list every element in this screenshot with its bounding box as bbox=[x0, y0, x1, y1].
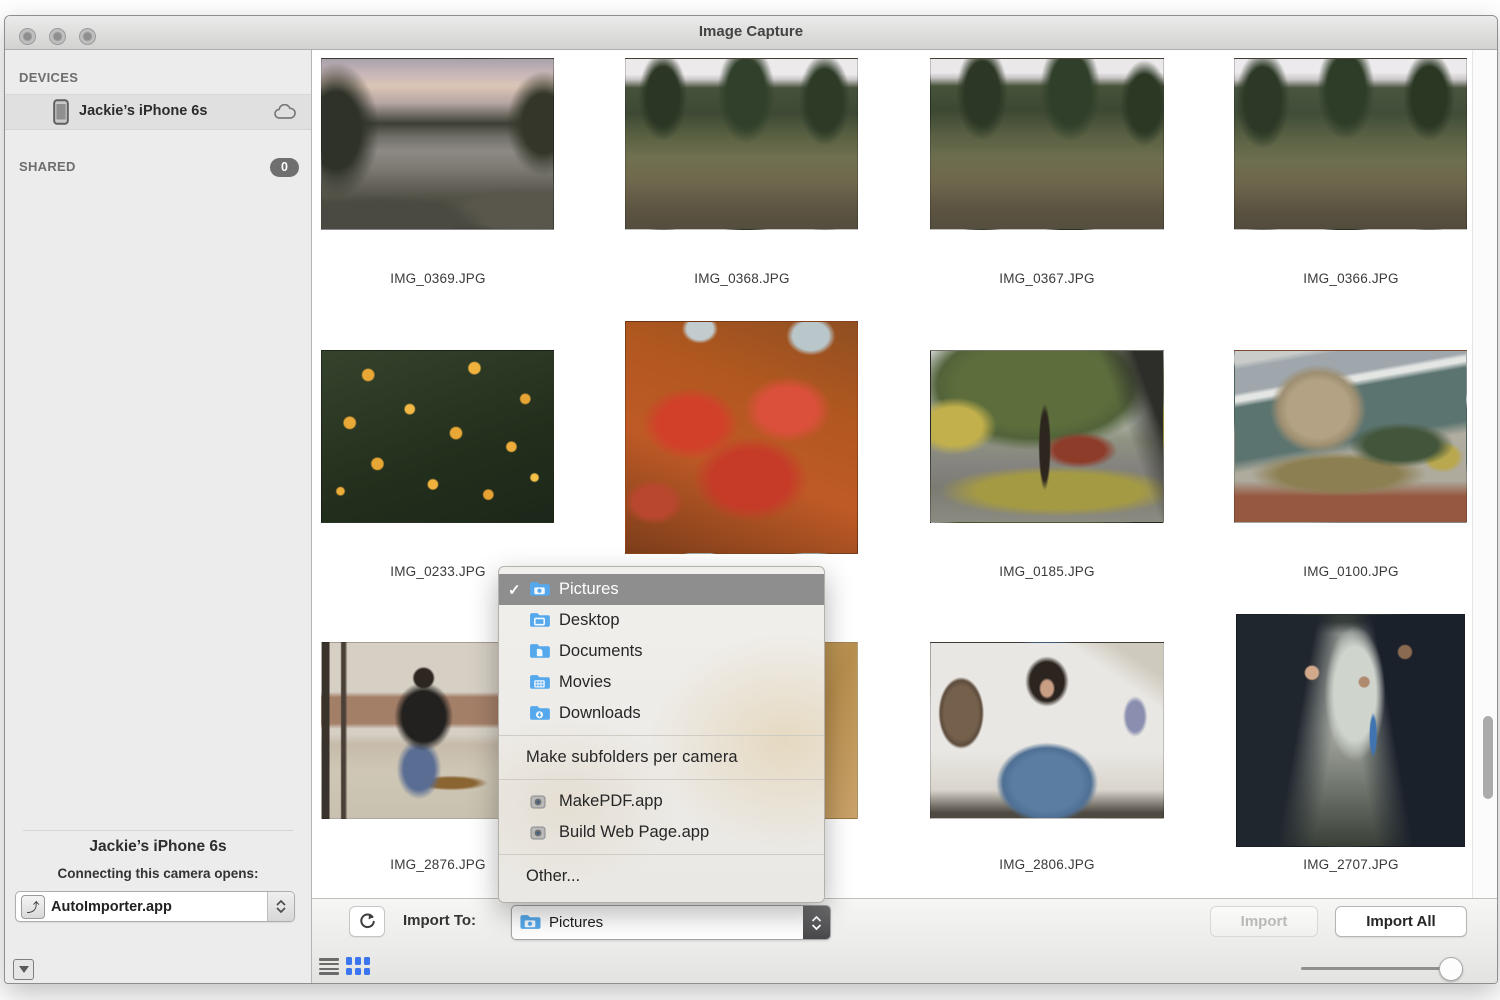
documents-folder-icon bbox=[529, 643, 559, 660]
screenshot-stage: Image Capture DEVICES Jackie’s iPhone 6s… bbox=[0, 0, 1500, 1000]
photo-thumbnail[interactable] bbox=[1234, 350, 1467, 523]
zoom-slider-handle[interactable] bbox=[1439, 957, 1463, 981]
sidebar: DEVICES Jackie’s iPhone 6s SHARED 0 Jack… bbox=[5, 50, 312, 983]
connect-camera-label: Connecting this camera opens: bbox=[5, 866, 311, 881]
pictures-folder-icon bbox=[529, 581, 559, 598]
import-to-popup-button[interactable]: Pictures bbox=[511, 905, 831, 940]
bottom-toolbar: Import To: Pictures Import Import All bbox=[312, 898, 1497, 983]
movies-folder-icon bbox=[529, 674, 559, 691]
cloud-icon[interactable] bbox=[273, 104, 297, 120]
menu-item-other[interactable]: Other... bbox=[499, 861, 824, 892]
rotate-icon bbox=[358, 912, 377, 931]
scrollbar-thumb[interactable] bbox=[1483, 716, 1493, 799]
desktop-folder-icon bbox=[529, 612, 559, 629]
select-stepper-icon bbox=[267, 892, 294, 921]
scrollbar-track[interactable] bbox=[1472, 50, 1497, 899]
auto-importer-app-icon: ⤴ bbox=[21, 895, 45, 919]
import-all-button[interactable]: Import All bbox=[1335, 906, 1467, 937]
triangle-down-icon bbox=[19, 966, 29, 973]
photo-thumbnail[interactable] bbox=[1234, 58, 1467, 230]
popup-stepper-icon bbox=[803, 906, 830, 939]
photo-thumbnail[interactable] bbox=[1236, 614, 1465, 847]
photo-caption: IMG_0369.JPG bbox=[321, 271, 555, 286]
import-to-value: Pictures bbox=[549, 914, 803, 931]
photo-thumbnail[interactable] bbox=[321, 350, 554, 523]
downloads-folder-icon bbox=[529, 705, 559, 722]
grid-view-icon[interactable] bbox=[346, 957, 370, 975]
photo-caption: IMG_2707.JPG bbox=[1234, 857, 1468, 872]
checkmark-icon: ✓ bbox=[499, 581, 529, 599]
sidebar-footer-divider bbox=[23, 830, 293, 831]
auto-importer-value: AutoImporter.app bbox=[51, 899, 267, 915]
titlebar: Image Capture bbox=[5, 16, 1497, 50]
rotate-button[interactable] bbox=[349, 906, 385, 937]
shared-section-header: SHARED bbox=[19, 159, 76, 174]
menu-item-movies[interactable]: Movies bbox=[499, 667, 824, 698]
menu-item-make-subfolders[interactable]: Make subfolders per camera bbox=[499, 742, 824, 773]
photo-caption: IMG_2806.JPG bbox=[930, 857, 1164, 872]
device-name-label: Jackie’s iPhone 6s bbox=[79, 103, 207, 119]
app-icon bbox=[529, 824, 559, 842]
menu-separator bbox=[499, 779, 824, 780]
photo-thumbnail[interactable] bbox=[930, 350, 1164, 523]
menu-item-desktop[interactable]: Desktop bbox=[499, 605, 824, 636]
photo-caption: IMG_0367.JPG bbox=[930, 271, 1164, 286]
menu-item-makepdf-app[interactable]: MakePDF.app bbox=[499, 786, 824, 817]
shared-count-badge: 0 bbox=[270, 158, 299, 177]
photo-caption: IMG_0185.JPG bbox=[930, 564, 1164, 579]
menu-separator bbox=[499, 854, 824, 855]
sidebar-footer-device-name: Jackie’s iPhone 6s bbox=[5, 838, 311, 856]
disclosure-pane-button[interactable] bbox=[13, 959, 34, 980]
image-capture-window: Image Capture DEVICES Jackie’s iPhone 6s… bbox=[4, 15, 1498, 984]
iphone-icon bbox=[53, 99, 69, 125]
menu-separator bbox=[499, 735, 824, 736]
import-to-menu: ✓ Pictures Desktop Documents bbox=[498, 566, 825, 903]
menu-item-documents[interactable]: Documents bbox=[499, 636, 824, 667]
photo-thumbnail[interactable] bbox=[321, 58, 554, 230]
photo-thumbnail[interactable] bbox=[930, 642, 1164, 819]
photo-thumbnail[interactable] bbox=[625, 321, 858, 554]
app-icon bbox=[529, 793, 559, 811]
photo-thumbnail[interactable] bbox=[930, 58, 1164, 230]
pictures-folder-icon bbox=[519, 914, 541, 931]
import-to-label: Import To: bbox=[403, 912, 476, 929]
photo-browser: IMG_0369.JPG IMG_0368.JPG IMG_0367.JPG I… bbox=[312, 50, 1497, 983]
photo-thumbnail[interactable] bbox=[625, 58, 858, 230]
menu-item-build-web-page-app[interactable]: Build Web Page.app bbox=[499, 817, 824, 848]
menu-item-downloads[interactable]: Downloads bbox=[499, 698, 824, 729]
thumbnail-zoom-slider[interactable] bbox=[1301, 967, 1451, 970]
menu-item-pictures[interactable]: ✓ Pictures bbox=[499, 574, 824, 605]
sidebar-item-device[interactable]: Jackie’s iPhone 6s bbox=[5, 94, 311, 130]
photo-caption: IMG_0366.JPG bbox=[1234, 271, 1468, 286]
photo-caption: IMG_0100.JPG bbox=[1234, 564, 1468, 579]
photo-caption: IMG_0368.JPG bbox=[625, 271, 859, 286]
list-view-icon[interactable] bbox=[319, 958, 339, 975]
import-button[interactable]: Import bbox=[1210, 906, 1318, 937]
auto-importer-select[interactable]: ⤴ AutoImporter.app bbox=[15, 891, 295, 922]
window-title: Image Capture bbox=[5, 23, 1497, 40]
shared-section-row: SHARED 0 bbox=[5, 151, 311, 185]
devices-section-header: DEVICES bbox=[19, 70, 78, 85]
